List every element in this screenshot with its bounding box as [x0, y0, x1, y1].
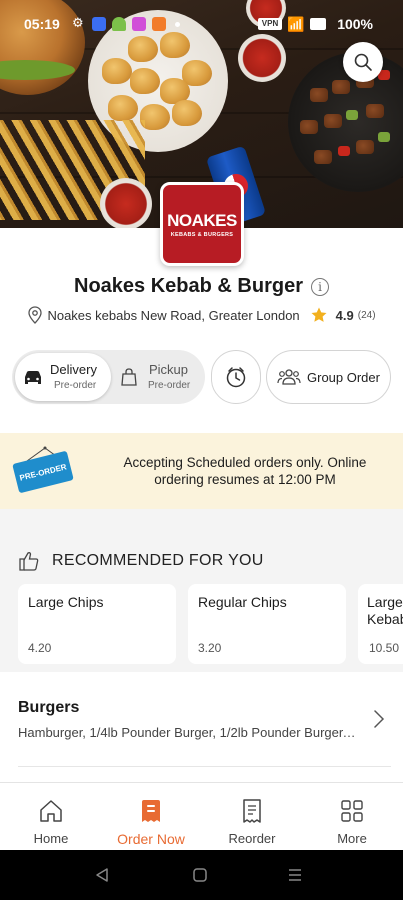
item-price: 3.20	[198, 641, 222, 655]
recents-icon[interactable]	[287, 867, 303, 883]
battery-saver-icon	[310, 18, 326, 30]
rating-count: (24)	[357, 309, 376, 321]
vpn-icon: VPN	[258, 18, 282, 30]
schedule-button[interactable]	[211, 350, 261, 404]
section-divider	[0, 509, 403, 529]
delivery-sublabel: Pre-order	[54, 380, 97, 391]
category-divider	[18, 766, 391, 767]
logo-wordmark: NOAKES	[167, 210, 237, 230]
item-name: Large Chips	[28, 594, 104, 610]
nav-order-now[interactable]: Order Now	[101, 783, 201, 851]
item-price: 4.20	[28, 641, 52, 655]
address-row: Noakes kebabs New Road, Greater London 4…	[0, 306, 403, 324]
restaurant-address: Noakes kebabs New Road, Greater London	[47, 307, 300, 323]
item-name: Regular Chips	[198, 594, 287, 610]
android-status-icon	[112, 17, 126, 31]
game-status-icon	[152, 17, 166, 31]
group-order-label: Group Order	[307, 369, 380, 385]
nav-reorder[interactable]: Reorder	[202, 783, 302, 851]
nav-reorder-label: Reorder	[228, 831, 276, 846]
receipt-icon	[243, 799, 261, 823]
location-pin-icon	[28, 306, 43, 324]
grid-icon	[341, 800, 363, 822]
recommended-item[interactable]: Regular Chips 3.20	[188, 584, 346, 664]
battery-percent: 100%	[337, 16, 373, 32]
category-title: Burgers	[18, 699, 80, 716]
item-name: Large Kebab	[367, 594, 403, 627]
app-screen: 05:19 ⚙ VPN 📶 100% NOAKES KEBABS & BURGE…	[0, 0, 403, 900]
search-icon	[354, 53, 372, 71]
status-time: 05:19	[24, 16, 60, 32]
timer-icon	[226, 367, 246, 388]
category-subtitle: Hamburger, 1/4lb Pounder Burger, 1/2lb P…	[18, 725, 358, 740]
car-icon	[25, 371, 41, 384]
order-icon	[142, 800, 160, 822]
recommended-header: RECOMMENDED FOR YOU	[18, 550, 264, 572]
restaurant-name: Noakes Kebab & Burger	[74, 275, 303, 297]
home-icon	[40, 800, 62, 822]
star-icon	[311, 307, 327, 322]
banner-message: Accepting Scheduled orders only. Online …	[123, 455, 367, 487]
bottom-nav: Home Order Now Reorder More	[0, 782, 403, 850]
group-icon	[277, 369, 301, 385]
messenger-status-icon	[92, 17, 106, 31]
system-navigation-bar	[0, 850, 403, 900]
nav-more[interactable]: More	[302, 783, 402, 851]
group-order-button[interactable]: Group Order	[266, 350, 391, 404]
back-icon[interactable]	[95, 867, 109, 883]
wifi-icon: 📶	[287, 16, 305, 32]
delivery-label: Delivery	[50, 362, 97, 377]
status-bar: 05:19 ⚙ VPN 📶 100%	[0, 14, 403, 36]
pickup-sublabel: Pre-order	[148, 380, 191, 391]
thumbs-up-icon	[19, 552, 39, 571]
logo-tagline: KEBABS & BURGERS	[170, 231, 234, 238]
recommended-title: RECOMMENDED FOR YOU	[52, 552, 264, 569]
settings-status-icon: ⚙	[72, 15, 84, 30]
nav-home[interactable]: Home	[1, 783, 101, 851]
shopping-bag-icon	[121, 368, 137, 386]
nav-order-now-label: Order Now	[117, 831, 185, 847]
info-icon[interactable]: i	[310, 277, 329, 296]
app-status-icon	[132, 17, 146, 31]
pickup-label[interactable]: Pickup	[149, 362, 188, 377]
home-system-icon[interactable]	[192, 867, 208, 883]
restaurant-logo: NOAKES KEBABS & BURGERS	[160, 182, 244, 266]
rating-value: 4.9	[335, 307, 354, 323]
item-price: 10.50	[369, 641, 400, 655]
chevron-right-icon	[374, 710, 385, 728]
restaurant-name-row: Noakes Kebab & Burger i	[0, 275, 403, 298]
recommended-item[interactable]: Large Kebab 10.50	[358, 584, 403, 664]
nav-more-label: More	[337, 831, 367, 846]
nav-home-label: Home	[33, 831, 69, 846]
dot-status-icon	[175, 22, 180, 27]
recommended-item[interactable]: Large Chips 4.20	[18, 584, 176, 664]
search-button[interactable]	[343, 42, 383, 82]
